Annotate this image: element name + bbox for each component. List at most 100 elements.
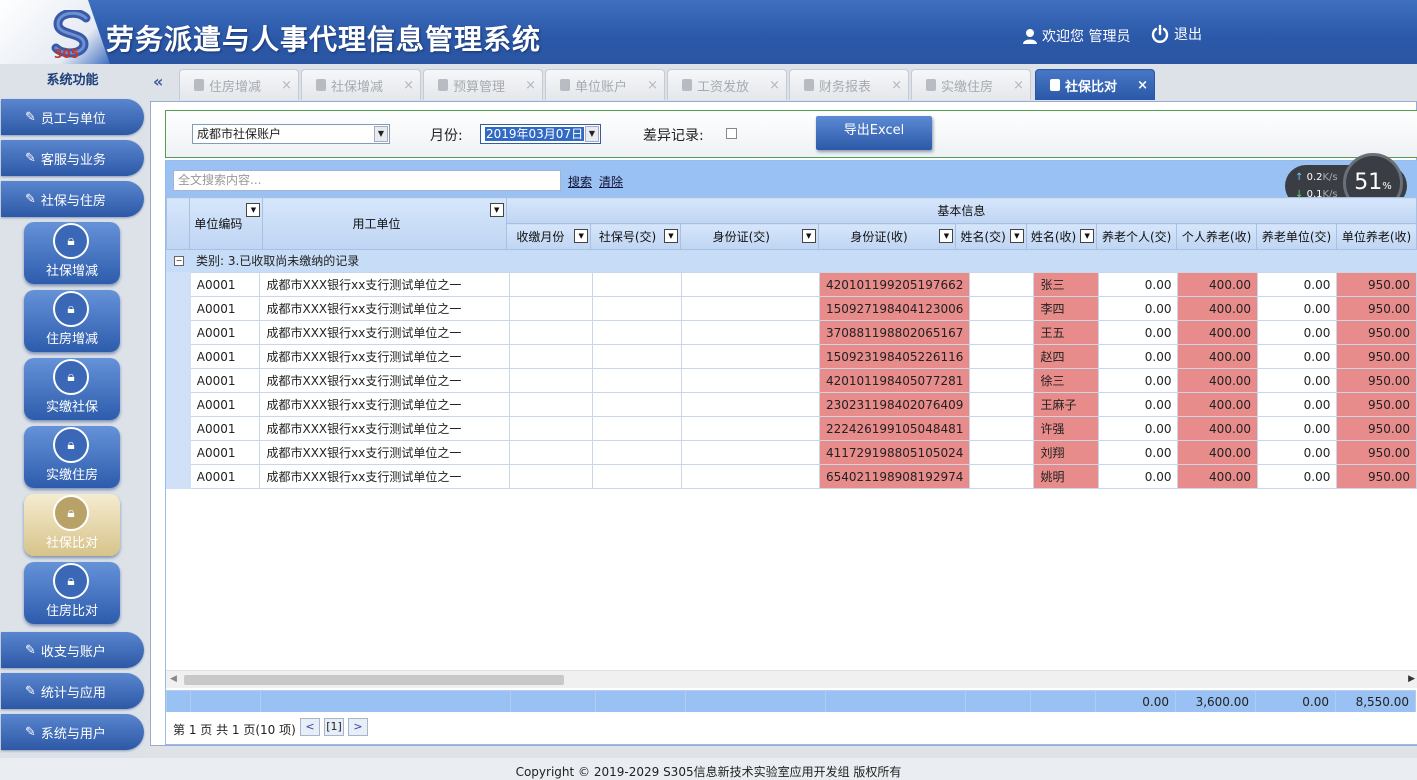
scrollbar-thumb[interactable] bbox=[184, 675, 564, 685]
cell-pension-unit-pay[interactable]: 0.00 bbox=[1257, 392, 1338, 417]
cell-pension-personal-pay[interactable]: 0.00 bbox=[1098, 464, 1179, 489]
cell-pension-unit-pay[interactable]: 0.00 bbox=[1257, 368, 1338, 393]
table-row[interactable]: A0001 成都市XXX银行xx支行测试单位之一 41172919880510502… bbox=[166, 440, 1417, 465]
table-row[interactable]: A0001 成都市XXX银行xx支行测试单位之一 22242619910504848… bbox=[166, 416, 1417, 441]
cell-employer[interactable]: 成都市XXX银行xx支行测试单位之一 bbox=[259, 440, 510, 465]
cell-pension-unit-recv[interactable]: 950.00 bbox=[1336, 392, 1417, 417]
cell-pension-personal-recv[interactable]: 400.00 bbox=[1177, 320, 1259, 345]
cell-unit-code[interactable]: A0001 bbox=[189, 464, 261, 489]
cell-pension-personal-recv[interactable]: 400.00 bbox=[1177, 296, 1259, 321]
cell-id-pay[interactable] bbox=[681, 272, 820, 297]
cell-pension-unit-recv[interactable]: 950.00 bbox=[1336, 344, 1417, 369]
row-indicator-cell[interactable] bbox=[166, 416, 191, 441]
row-indicator-cell[interactable] bbox=[166, 464, 191, 489]
sidebar-group-system[interactable]: ✎ 系统与用户 bbox=[1, 714, 144, 750]
cell-name-recv[interactable]: 刘翔 bbox=[1033, 440, 1100, 465]
cell-name-pay[interactable] bbox=[969, 440, 1035, 465]
cell-pension-personal-pay[interactable]: 0.00 bbox=[1098, 440, 1179, 465]
chevron-down-icon[interactable]: ▼ bbox=[939, 229, 954, 243]
scroll-left-icon[interactable]: ◀ bbox=[170, 674, 177, 684]
cell-name-pay[interactable] bbox=[969, 296, 1035, 321]
cell-month[interactable] bbox=[508, 272, 594, 297]
cell-name-pay[interactable] bbox=[969, 272, 1035, 297]
close-icon[interactable]: × bbox=[525, 78, 536, 93]
cell-pension-personal-recv[interactable]: 400.00 bbox=[1177, 272, 1259, 297]
cell-id-pay[interactable] bbox=[681, 464, 820, 489]
cell-name-recv[interactable]: 王五 bbox=[1033, 320, 1100, 345]
close-icon[interactable]: × bbox=[891, 78, 902, 93]
cell-pension-unit-pay[interactable]: 0.00 bbox=[1257, 344, 1338, 369]
cell-unit-code[interactable]: A0001 bbox=[189, 440, 261, 465]
cell-id-recv[interactable]: 370881198802065167 bbox=[818, 320, 971, 345]
account-select[interactable]: 成都市社保账户 ▼ bbox=[192, 124, 390, 144]
cell-pension-personal-pay[interactable]: 0.00 bbox=[1098, 368, 1179, 393]
cell-employer[interactable]: 成都市XXX银行xx支行测试单位之一 bbox=[259, 464, 510, 489]
cell-name-recv[interactable]: 王麻子 bbox=[1033, 392, 1100, 417]
cell-employer[interactable]: 成都市XXX银行xx支行测试单位之一 bbox=[259, 296, 510, 321]
cell-month[interactable] bbox=[508, 320, 594, 345]
collapse-icon[interactable]: − bbox=[174, 256, 184, 266]
cell-employer[interactable]: 成都市XXX银行xx支行测试单位之一 bbox=[259, 320, 510, 345]
row-indicator-cell[interactable] bbox=[166, 344, 191, 369]
cell-social-no[interactable] bbox=[592, 272, 683, 297]
cell-name-recv[interactable]: 张三 bbox=[1033, 272, 1100, 297]
cell-unit-code[interactable]: A0001 bbox=[189, 320, 261, 345]
cell-pension-personal-pay[interactable]: 0.00 bbox=[1098, 296, 1179, 321]
cell-id-recv[interactable]: 230231198402076409 bbox=[818, 392, 971, 417]
cell-pension-personal-recv[interactable]: 400.00 bbox=[1177, 368, 1259, 393]
cell-name-recv[interactable]: 徐三 bbox=[1033, 368, 1100, 393]
cell-pension-unit-pay[interactable]: 0.00 bbox=[1257, 440, 1338, 465]
cell-employer[interactable]: 成都市XXX银行xx支行测试单位之一 bbox=[259, 344, 510, 369]
cell-id-recv[interactable]: 420101199205197662 bbox=[818, 272, 971, 297]
sidebar-tile-social-paid[interactable]: 🔒︎ 实缴社保 bbox=[24, 358, 120, 420]
cell-social-no[interactable] bbox=[592, 368, 683, 393]
cell-social-no[interactable] bbox=[592, 464, 683, 489]
cell-social-no[interactable] bbox=[592, 344, 683, 369]
cell-pension-personal-pay[interactable]: 0.00 bbox=[1098, 344, 1179, 369]
table-row[interactable]: A0001 成都市XXX银行xx支行测试单位之一 42010119920519766… bbox=[166, 272, 1417, 297]
cell-month[interactable] bbox=[508, 392, 594, 417]
row-indicator-cell[interactable] bbox=[166, 440, 191, 465]
cell-name-pay[interactable] bbox=[969, 464, 1035, 489]
page-1-button[interactable]: [1] bbox=[324, 718, 344, 736]
cell-social-no[interactable] bbox=[592, 440, 683, 465]
cell-name-recv[interactable]: 许强 bbox=[1033, 416, 1100, 441]
cell-pension-personal-recv[interactable]: 400.00 bbox=[1177, 440, 1259, 465]
cell-name-pay[interactable] bbox=[969, 344, 1035, 369]
logout-button[interactable]: 退出 bbox=[1150, 24, 1202, 44]
table-row[interactable]: A0001 成都市XXX银行xx支行测试单位之一 15092319840522611… bbox=[166, 344, 1417, 369]
cell-pension-personal-pay[interactable]: 0.00 bbox=[1098, 272, 1179, 297]
chevron-down-icon[interactable]: ▼ bbox=[1080, 229, 1095, 243]
cell-employer[interactable]: 成都市XXX银行xx支行测试单位之一 bbox=[259, 416, 510, 441]
cell-social-no[interactable] bbox=[592, 416, 683, 441]
cell-unit-code[interactable]: A0001 bbox=[189, 296, 261, 321]
chevron-down-icon[interactable]: ▼ bbox=[663, 229, 678, 243]
cell-name-pay[interactable] bbox=[969, 368, 1035, 393]
cell-pension-unit-recv[interactable]: 950.00 bbox=[1336, 464, 1417, 489]
clear-link[interactable]: 清除 bbox=[599, 173, 623, 190]
column-header-month[interactable]: 收缴月份 ▼ bbox=[505, 223, 592, 250]
cell-id-pay[interactable] bbox=[681, 392, 820, 417]
cell-pension-personal-pay[interactable]: 0.00 bbox=[1098, 416, 1179, 441]
chevron-down-icon[interactable]: ▼ bbox=[246, 203, 261, 217]
tab-housing-change[interactable]: 住房增减 × bbox=[179, 69, 299, 100]
tab-housing-paid[interactable]: 实缴住房 × bbox=[911, 69, 1031, 100]
row-indicator-cell[interactable] bbox=[166, 368, 191, 393]
cell-id-pay[interactable] bbox=[681, 296, 820, 321]
cell-name-pay[interactable] bbox=[969, 320, 1035, 345]
row-indicator-cell[interactable] bbox=[166, 296, 191, 321]
close-icon[interactable]: × bbox=[281, 78, 292, 93]
close-icon[interactable]: × bbox=[403, 78, 414, 93]
cell-name-recv[interactable]: 赵四 bbox=[1033, 344, 1100, 369]
next-page-button[interactable]: > bbox=[348, 718, 368, 736]
column-header-name-recv[interactable]: 姓名(收) ▼ bbox=[1025, 223, 1098, 250]
month-date-select[interactable]: 2019年03月07日 ▼ bbox=[480, 124, 601, 144]
cell-pension-unit-recv[interactable]: 950.00 bbox=[1336, 368, 1417, 393]
cell-name-pay[interactable] bbox=[969, 392, 1035, 417]
cell-pension-personal-recv[interactable]: 400.00 bbox=[1177, 344, 1259, 369]
close-icon[interactable]: × bbox=[769, 78, 780, 93]
tab-unit-account[interactable]: 单位账户 × bbox=[545, 69, 665, 100]
cell-pension-personal-pay[interactable]: 0.00 bbox=[1098, 320, 1179, 345]
cell-pension-unit-recv[interactable]: 950.00 bbox=[1336, 296, 1417, 321]
cell-employer[interactable]: 成都市XXX银行xx支行测试单位之一 bbox=[259, 272, 510, 297]
